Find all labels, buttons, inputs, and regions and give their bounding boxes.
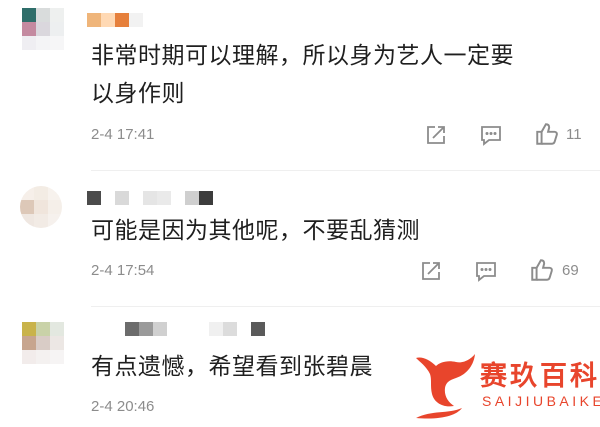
- username-pixelated[interactable]: [87, 13, 143, 27]
- comment-text: 可能是因为其他呢，不要乱猜测: [91, 212, 591, 250]
- thumbs-up-icon[interactable]: [529, 257, 553, 281]
- like-count: 11: [566, 126, 582, 143]
- avatar[interactable]: [22, 322, 64, 364]
- divider: [91, 170, 600, 171]
- watermark-cn-text: 赛玖百科: [480, 361, 600, 392]
- watermark-en-text: SAIJIUBAIKE: [482, 393, 600, 409]
- username-pixelated[interactable]: [125, 322, 265, 336]
- divider: [91, 306, 600, 307]
- comment-list: 非常时期可以理解，所以身为艺人一定要 以身作则 2-4 17:41 11 可能是…: [0, 0, 600, 427]
- avatar[interactable]: [22, 8, 64, 50]
- thumbs-up-icon[interactable]: [534, 121, 558, 145]
- whale-tail-logo-icon: [416, 354, 475, 419]
- comment-icon[interactable]: [479, 123, 503, 147]
- watermark-logo: 赛玖百科 SAIJIUBAIKE: [410, 350, 600, 424]
- like-count: 69: [562, 262, 579, 279]
- comment-time: 2-4 17:54: [91, 262, 155, 279]
- avatar[interactable]: [20, 186, 62, 228]
- share-icon[interactable]: [419, 259, 443, 283]
- comment-text-line: 以身作则: [91, 81, 185, 107]
- comment-text-line: 非常时期可以理解，所以身为艺人一定要: [91, 43, 514, 69]
- comment-icon[interactable]: [474, 259, 498, 283]
- share-icon[interactable]: [424, 123, 448, 147]
- comment-text-line: 可能是因为其他呢，不要乱猜测: [91, 218, 420, 244]
- comment-time: 2-4 17:41: [91, 126, 155, 143]
- comment-text: 非常时期可以理解，所以身为艺人一定要 以身作则: [91, 37, 591, 113]
- username-pixelated[interactable]: [87, 191, 213, 205]
- comment-time: 2-4 20:46: [91, 398, 155, 415]
